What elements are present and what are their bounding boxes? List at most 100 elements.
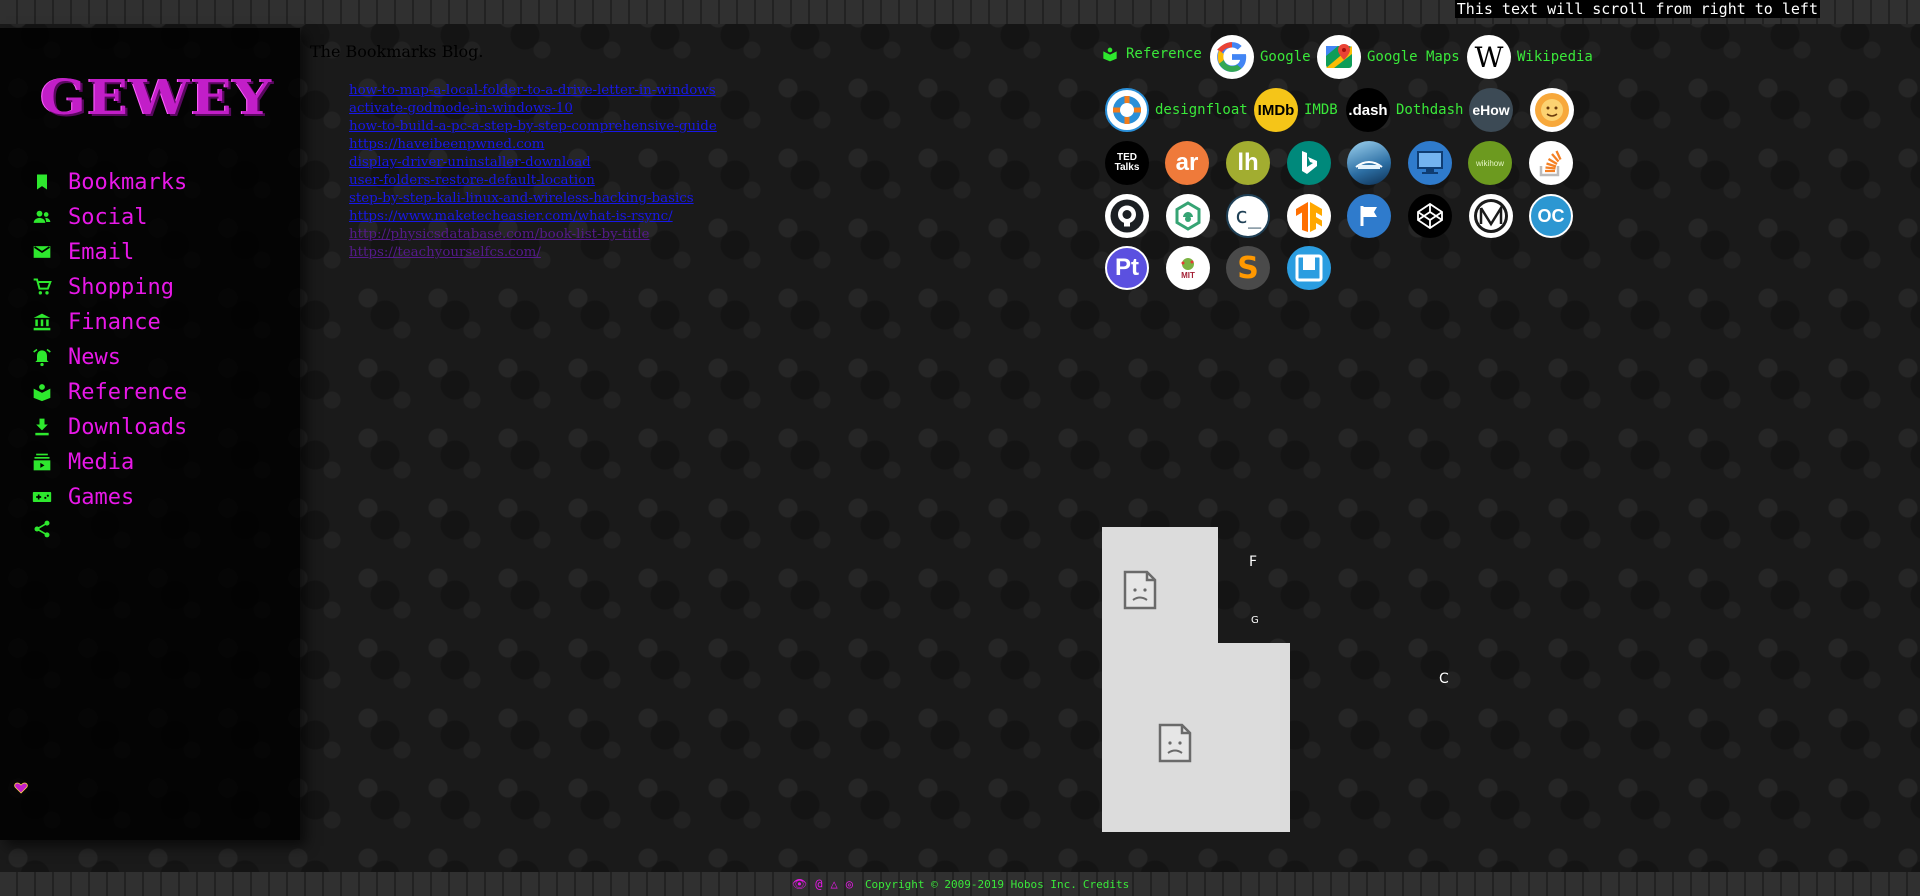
link-dotdash[interactable]: .dash Dothdash: [1346, 88, 1463, 132]
link-codepen[interactable]: [1408, 194, 1452, 238]
flag-icon: [1347, 194, 1391, 238]
link-producthunt[interactable]: Pt: [1105, 246, 1149, 290]
link-ar[interactable]: ar: [1165, 141, 1209, 185]
wikipedia-icon: W: [1467, 35, 1511, 79]
people-icon: [33, 210, 51, 223]
link-tensorflow[interactable]: [1287, 194, 1331, 238]
google-icon: [1210, 35, 1254, 79]
share-icon: [34, 520, 50, 538]
credits-link[interactable]: Credits: [1083, 878, 1129, 891]
github-icon: [1105, 194, 1149, 238]
link-monitor[interactable]: [1408, 141, 1452, 185]
bracket-box-icon: [1287, 246, 1331, 290]
nav-news[interactable]: News: [32, 342, 121, 372]
ted-text: TED Talks: [1114, 152, 1140, 173]
link-opencollective[interactable]: OC: [1529, 194, 1573, 238]
reference-header[interactable]: Reference: [1102, 46, 1202, 62]
alt-text-letter: C: [1439, 671, 1449, 687]
ehow-icon: eHow: [1469, 88, 1513, 132]
link-wikihow[interactable]: wikihow: [1468, 141, 1512, 185]
site-logo[interactable]: GEWEY: [40, 72, 286, 124]
opencollective-icon: OC: [1529, 194, 1573, 238]
alarm-bell-icon: [33, 348, 51, 367]
nav-email[interactable]: Email: [32, 237, 134, 267]
link-photo[interactable]: [1347, 141, 1391, 185]
photo-icon: [1347, 141, 1391, 185]
nav-share[interactable]: [32, 514, 68, 544]
bookmark-icon: [37, 174, 47, 190]
link-imdb[interactable]: IMDb IMDB: [1254, 88, 1338, 132]
nav-finance[interactable]: Finance: [32, 307, 161, 337]
nav-media[interactable]: Media: [32, 447, 134, 477]
google-maps-icon: [1317, 35, 1361, 79]
broken-image: [1102, 643, 1290, 832]
nav-reference[interactable]: Reference: [32, 377, 187, 407]
link-bracket-box[interactable]: [1287, 246, 1331, 290]
link-google[interactable]: Google: [1210, 35, 1311, 79]
link-lh[interactable]: lh: [1226, 141, 1270, 185]
blog-title: The Bookmarks Blog.: [310, 42, 484, 61]
triangle-icon[interactable]: △: [830, 877, 837, 891]
link-label: Google: [1260, 49, 1311, 65]
bookmark-link[interactable]: how-to-map-a-local-folder-to-a-drive-let…: [349, 82, 717, 100]
sublime-icon: S: [1226, 246, 1270, 290]
link-bing[interactable]: [1287, 141, 1331, 185]
nav-social[interactable]: Social: [32, 202, 147, 232]
bookmark-link[interactable]: http://physicsdatabase.com/book-list-by-…: [349, 226, 717, 244]
bank-icon: [33, 313, 51, 331]
codecademy-icon: c_: [1226, 194, 1270, 238]
link-mit[interactable]: MIT: [1166, 246, 1210, 290]
link-github[interactable]: [1105, 194, 1149, 238]
reference-label: Reference: [1126, 46, 1202, 62]
nav-downloads[interactable]: Downloads: [32, 412, 187, 442]
link-ted[interactable]: TED Talks: [1105, 141, 1149, 185]
ted-talks-icon: TED Talks: [1105, 141, 1149, 185]
link-hexagon-leaf[interactable]: [1166, 194, 1210, 238]
link-sublime[interactable]: S: [1226, 246, 1270, 290]
copyright-text: Copyright © 2009-2019 Hobos Inc.: [864, 877, 1077, 891]
eye-icon[interactable]: 👁: [792, 877, 807, 891]
link-stackoverflow[interactable]: [1529, 141, 1573, 185]
media-stack-icon: [33, 453, 51, 471]
download-icon: [35, 418, 49, 436]
producthunt-icon: Pt: [1105, 246, 1149, 290]
bookmark-links-list: how-to-map-a-local-folder-to-a-drive-let…: [349, 82, 717, 262]
link-google-maps[interactable]: Google Maps: [1317, 35, 1460, 79]
bookmark-link[interactable]: https://haveibeenpwned.com: [349, 136, 717, 154]
spiral-icon[interactable]: ◎: [846, 877, 853, 891]
bookmark-link[interactable]: https://www.maketecheasier.com/what-is-r…: [349, 208, 717, 226]
bookmark-link[interactable]: user-folders-restore-default-location: [349, 172, 717, 190]
lifebuoy-icon: [1105, 88, 1149, 132]
nav-bookmarks[interactable]: Bookmarks: [32, 167, 187, 197]
nav-shopping[interactable]: Shopping: [32, 272, 174, 302]
link-sun-face[interactable]: [1530, 88, 1574, 132]
tree-icon: [1181, 257, 1194, 270]
imdb-icon: IMDb: [1254, 88, 1298, 132]
link-label: Dothdash: [1396, 102, 1464, 118]
nav-label: Games: [68, 484, 135, 510]
wikibooks-icon: wikihow: [1468, 141, 1512, 185]
medium-icon: [1469, 194, 1513, 238]
link-wikipedia[interactable]: W Wikipedia: [1467, 35, 1593, 79]
dotdash-icon: .dash: [1346, 88, 1390, 132]
at-icon[interactable]: @: [815, 877, 822, 891]
nav-label: Shopping: [68, 274, 174, 300]
bookmark-link[interactable]: https://teachyourselfcs.com/: [349, 244, 717, 262]
link-medium[interactable]: [1469, 194, 1513, 238]
tensorflow-icon: [1287, 194, 1331, 238]
link-designfloat[interactable]: designfloat: [1105, 88, 1248, 132]
heart-icon[interactable]: [14, 781, 28, 795]
bookmark-link[interactable]: how-to-build-a-pc-a-step-by-step-compreh…: [349, 118, 717, 136]
link-codecademy[interactable]: c_: [1226, 194, 1270, 238]
alt-text-letter: G: [1251, 615, 1259, 626]
nav-label: News: [68, 344, 121, 370]
bookmark-link[interactable]: step-by-step-kali-linux-and-wireless-hac…: [349, 190, 717, 208]
link-label: Google Maps: [1367, 49, 1460, 65]
bookmark-link[interactable]: activate-godmode-in-windows-10: [349, 100, 717, 118]
link-ehow[interactable]: eHow: [1469, 88, 1513, 132]
marquee-text: This text will scroll from right to left: [1454, 0, 1820, 18]
link-flag[interactable]: [1347, 194, 1391, 238]
nav-games[interactable]: Games: [32, 482, 134, 512]
mit-text: MIT: [1181, 270, 1195, 280]
bookmark-link[interactable]: display-driver-uninstaller-download: [349, 154, 717, 172]
